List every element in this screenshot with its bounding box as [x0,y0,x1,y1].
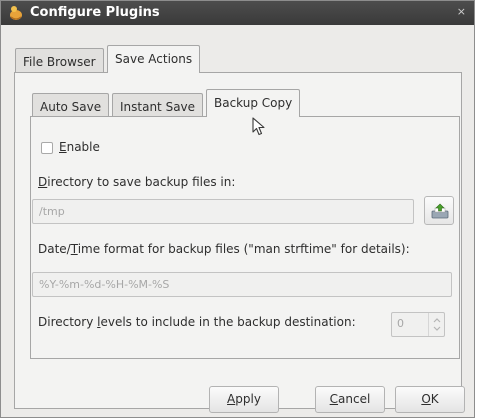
close-icon[interactable]: × [457,5,466,18]
enable-label[interactable]: Enable [59,140,100,154]
backup-directory-field[interactable]: /tmp [32,199,414,224]
folder-upload-icon [431,203,449,219]
tab-save-actions[interactable]: Save Actions [107,45,201,73]
window-title: Configure Plugins [30,5,160,20]
directory-levels-spinner[interactable]: 0 [391,312,445,337]
enable-checkbox[interactable] [41,142,53,154]
directory-levels-label: Directory levels to include in the backu… [38,315,356,329]
directory-label: Directory to save backup files in: [38,175,236,189]
mouse-pointer-icon [252,117,266,140]
choose-folder-button[interactable] [424,196,454,225]
spin-arrows-icon[interactable] [428,313,444,336]
cancel-button[interactable]: Cancel [315,386,385,413]
gedit-plugin-icon [8,5,24,21]
configure-plugins-dialog: Configure Plugins × File Browser Save Ac… [0,0,475,418]
tab-file-browser[interactable]: File Browser [15,48,104,74]
directory-levels-value: 0 [397,317,404,330]
tab-backup-copy[interactable]: Backup Copy [206,89,301,117]
ok-button[interactable]: OK [395,386,465,413]
title-bar[interactable]: Configure Plugins × [1,1,474,25]
date-format-label: Date/Time format for backup files ("man … [38,242,410,256]
apply-button[interactable]: Apply [209,386,279,413]
date-format-field[interactable]: %Y-%m-%d-%H-%M-%S [32,272,452,297]
